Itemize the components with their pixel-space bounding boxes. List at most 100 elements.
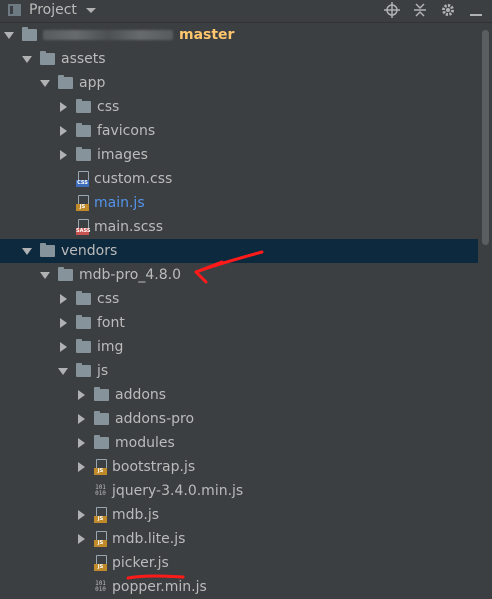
folder-addons[interactable]: addons <box>0 383 478 407</box>
project-tree: master assets app css favicons images CSS custo… <box>0 23 492 597</box>
folder-icon <box>76 99 91 113</box>
file-main-js[interactable]: JS main.js <box>0 191 478 215</box>
folder-icon <box>94 435 109 449</box>
folder-img[interactable]: img <box>0 335 478 359</box>
expand-arrow-icon[interactable] <box>58 367 68 375</box>
collapsed-arrow-icon[interactable] <box>78 510 85 520</box>
tree-item-label: picker.js <box>112 555 169 571</box>
expand-arrow-icon[interactable] <box>22 247 32 255</box>
tree-item-label: vendors <box>61 243 118 259</box>
folder-favicons[interactable]: favicons <box>0 119 478 143</box>
sass-file-icon: SASS <box>76 219 90 235</box>
project-title: Project <box>29 2 77 18</box>
tree-item-label: bootstrap.js <box>112 459 196 475</box>
folder-modules[interactable]: modules <box>0 431 478 455</box>
file-mdb-lite-js[interactable]: JS mdb.lite.js <box>0 527 478 551</box>
gear-icon[interactable] <box>440 2 456 18</box>
file-bootstrap-js[interactable]: JS bootstrap.js <box>0 455 478 479</box>
collapsed-arrow-icon[interactable] <box>78 390 85 400</box>
vertical-scrollbar[interactable] <box>482 30 489 245</box>
tree-item-label: font <box>97 315 125 331</box>
tree-item-label: addons-pro <box>115 411 195 427</box>
file-custom-css[interactable]: CSS custom.css <box>0 167 478 191</box>
tree-item-label: mdb.lite.js <box>112 531 186 547</box>
root-folder[interactable]: master <box>0 23 478 47</box>
branch-label: master <box>179 27 235 43</box>
folder-icon <box>76 291 91 305</box>
folder-mdb-pro[interactable]: mdb-pro_4.8.0 <box>0 263 478 287</box>
tree-item-label: custom.css <box>94 171 173 187</box>
collapsed-arrow-icon[interactable] <box>78 438 85 448</box>
tree-item-label: favicons <box>97 123 156 139</box>
tree-item-label: main.scss <box>94 219 164 235</box>
collapsed-arrow-icon[interactable] <box>60 150 67 160</box>
collapsed-arrow-icon[interactable] <box>78 414 85 424</box>
folder-icon <box>94 411 109 425</box>
tree-item-label: img <box>97 339 124 355</box>
js-file-icon: JS <box>94 459 107 475</box>
collapsed-arrow-icon[interactable] <box>60 342 67 352</box>
project-view-selector[interactable]: Project <box>7 2 99 18</box>
folder-icon <box>58 267 73 281</box>
js-file-icon: JS <box>94 555 107 571</box>
folder-icon <box>76 315 91 329</box>
binary-file-icon: 101 010 <box>95 580 106 593</box>
folder-icon <box>76 147 91 161</box>
file-picker-js[interactable]: JS picker.js <box>0 551 478 575</box>
folder-icon <box>22 27 37 41</box>
tree-item-label: addons <box>115 387 167 403</box>
collapsed-arrow-icon[interactable] <box>60 318 67 328</box>
locate-icon[interactable] <box>384 2 400 18</box>
tree-item-label: modules <box>115 435 175 451</box>
folder-app[interactable]: app <box>0 71 478 95</box>
file-mdb-js[interactable]: JS mdb.js <box>0 503 478 527</box>
tree-item-label: popper.min.js <box>112 579 207 595</box>
collapsed-arrow-icon[interactable] <box>60 294 67 304</box>
folder-icon <box>76 363 91 377</box>
expand-arrow-icon[interactable] <box>4 31 14 39</box>
js-file-icon: JS <box>76 195 89 211</box>
tree-item-label: main.js <box>94 195 145 211</box>
tree-item-label: images <box>97 147 148 163</box>
tree-item-label: mdb.js <box>112 507 160 523</box>
collapsed-arrow-icon[interactable] <box>60 126 67 136</box>
tree-item-label: jquery-3.4.0.min.js <box>112 483 244 499</box>
expand-arrow-icon[interactable] <box>22 55 32 63</box>
expand-arrow-icon[interactable] <box>40 271 50 279</box>
folder-app-css[interactable]: css <box>0 95 478 119</box>
js-file-icon: JS <box>94 531 107 547</box>
redacted-root-name <box>43 30 173 40</box>
folder-images[interactable]: images <box>0 143 478 167</box>
folder-icon <box>76 123 91 137</box>
folder-addons-pro[interactable]: addons-pro <box>0 407 478 431</box>
expand-arrow-icon[interactable] <box>40 79 50 87</box>
js-file-icon: JS <box>94 507 107 523</box>
folder-mdb-css[interactable]: css <box>0 287 478 311</box>
tree-item-label: app <box>79 75 106 91</box>
binary-file-icon: 101 010 <box>95 484 106 497</box>
tree-item-label: mdb-pro_4.8.0 <box>79 267 181 283</box>
folder-icon <box>58 75 73 89</box>
file-main-scss[interactable]: SASS main.scss <box>0 215 478 239</box>
hide-icon[interactable] <box>468 2 484 18</box>
collapsed-arrow-icon[interactable] <box>60 102 67 112</box>
project-icon <box>7 2 23 18</box>
folder-vendors[interactable]: vendors <box>0 239 478 263</box>
folder-icon <box>94 387 109 401</box>
collapsed-arrow-icon[interactable] <box>78 534 85 544</box>
collapse-all-icon[interactable] <box>412 2 428 18</box>
folder-icon <box>40 51 55 65</box>
file-jquery-min-js[interactable]: 101 010 jquery-3.4.0.min.js <box>0 479 478 503</box>
collapsed-arrow-icon[interactable] <box>78 462 85 472</box>
folder-font[interactable]: font <box>0 311 478 335</box>
tree-item-label: js <box>97 363 109 379</box>
tree-item-label: css <box>97 291 120 307</box>
file-popper-min-js[interactable]: 101 010 popper.min.js <box>0 575 478 599</box>
project-toolbar: Project <box>0 0 492 23</box>
dropdown-icon[interactable] <box>83 2 99 18</box>
css-file-icon: CSS <box>76 171 89 187</box>
folder-assets[interactable]: assets <box>0 47 478 71</box>
folder-icon <box>40 243 55 257</box>
tree-item-label: assets <box>61 51 106 67</box>
folder-js[interactable]: js <box>0 359 478 383</box>
